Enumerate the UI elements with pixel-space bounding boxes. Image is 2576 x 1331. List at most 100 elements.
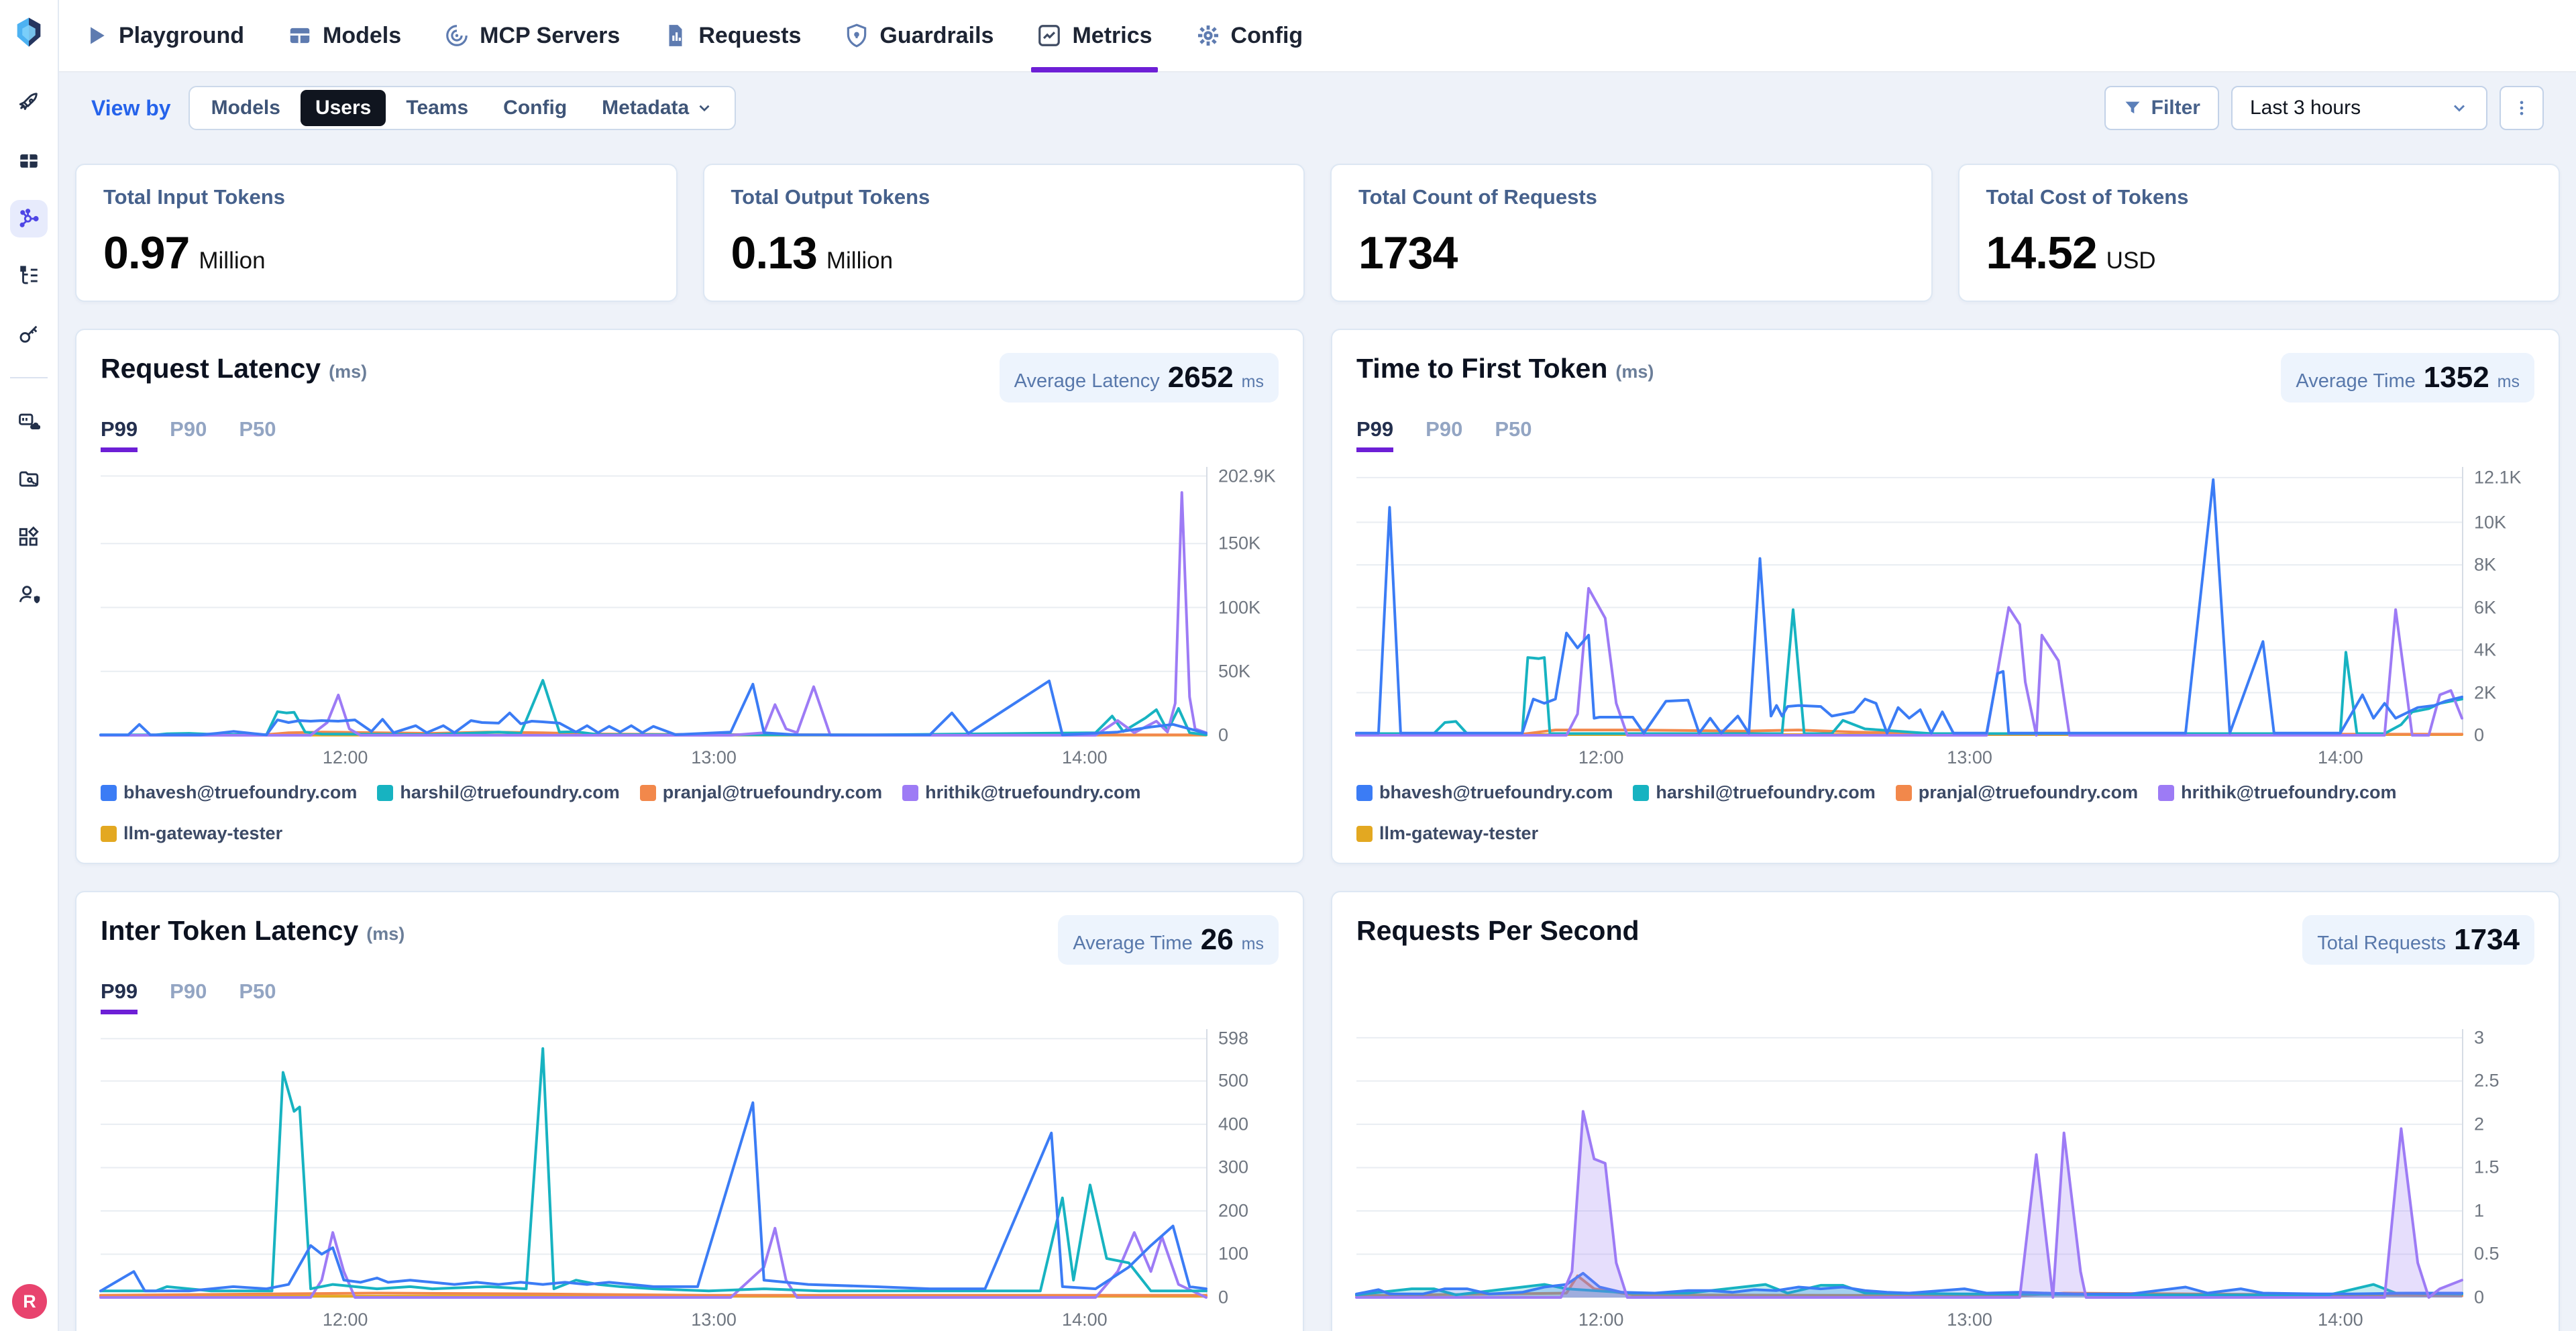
filter-button[interactable]: Filter xyxy=(2104,86,2219,130)
y-tick-label: 2K xyxy=(2474,682,2496,703)
total-requests-badge: Total Requests 1734 xyxy=(2302,915,2534,965)
truefoundry-logo[interactable] xyxy=(11,15,46,50)
legend-item[interactable]: bhavesh@truefoundry.com xyxy=(1356,782,1613,803)
legend-swatch xyxy=(2158,785,2174,801)
tab-p99[interactable]: P99 xyxy=(101,417,138,452)
sidebar-item-key-icon[interactable] xyxy=(10,315,48,353)
play-icon xyxy=(83,23,109,48)
time-range-select[interactable]: Last 3 hours xyxy=(2231,86,2487,130)
stat-unit: Million xyxy=(826,248,893,274)
tab-mcp-servers[interactable]: MCP Servers xyxy=(444,0,620,71)
area-chart-plot[interactable] xyxy=(1356,1029,2463,1297)
view-tab-users[interactable]: Users xyxy=(301,90,386,126)
legend-item[interactable]: pranjal@truefoundry.com xyxy=(1896,782,2138,803)
tab-metrics[interactable]: Metrics xyxy=(1036,0,1152,71)
chart-title: Request Latency xyxy=(101,353,321,384)
legend-item[interactable]: harshil@truefoundry.com xyxy=(1633,782,1875,803)
y-axis: 02K4K6K8K10K12.1K xyxy=(2463,467,2534,735)
line-chart-plot[interactable] xyxy=(101,1029,1208,1297)
time-range-value: Last 3 hours xyxy=(2250,97,2361,119)
y-tick-label: 0.5 xyxy=(2474,1244,2500,1265)
percentile-tabs: P99 P90 P50 xyxy=(101,979,1279,1014)
x-tick-label: 13:00 xyxy=(1947,1310,1992,1330)
badge-label: Average Time xyxy=(1073,933,1192,955)
average-time-badge: Average Time 1352 ms xyxy=(2281,353,2534,403)
y-tick-label: 300 xyxy=(1218,1157,1248,1178)
y-tick-label: 10K xyxy=(2474,512,2506,533)
tab-p50[interactable]: P50 xyxy=(239,979,276,1014)
tab-p50[interactable]: P50 xyxy=(239,417,276,452)
more-options-button[interactable] xyxy=(2500,86,2544,130)
legend-item[interactable]: pranjal@truefoundry.com xyxy=(640,782,882,803)
view-tab-config[interactable]: Config xyxy=(488,90,582,126)
badge-unit: ms xyxy=(1242,372,1264,392)
user-avatar[interactable]: R xyxy=(12,1284,47,1319)
chart-legend: bhavesh@truefoundry.com harshil@truefound… xyxy=(101,782,1279,844)
tab-guardrails[interactable]: Guardrails xyxy=(844,0,994,71)
chart-card-requests-per-second: Requests Per Second Total Requests 1734 … xyxy=(1331,891,2560,1331)
sidebar-item-repo-icon[interactable] xyxy=(10,460,48,498)
badge-label: Average Latency xyxy=(1014,370,1160,392)
sidebar-item-gateway-icon[interactable] xyxy=(10,200,48,237)
sidebar-item-rocket-icon[interactable] xyxy=(10,85,48,122)
legend-swatch xyxy=(101,826,117,842)
y-tick-label: 1.5 xyxy=(2474,1157,2500,1178)
tab-label: Guardrails xyxy=(879,23,994,49)
legend-item[interactable]: hrithik@truefoundry.com xyxy=(2158,782,2396,803)
y-axis: 050K100K150K202.9K xyxy=(1208,467,1279,735)
y-tick-label: 2 xyxy=(2474,1114,2484,1134)
tab-p90[interactable]: P90 xyxy=(1426,417,1462,452)
tab-requests[interactable]: Requests xyxy=(663,0,801,71)
badge-label: Average Time xyxy=(2296,370,2415,392)
tab-label: Models xyxy=(323,23,401,49)
x-axis: 12:0013:0014:00 xyxy=(1356,741,2463,771)
stat-card-input-tokens: Total Input Tokens 0.97Million xyxy=(75,164,678,302)
sidebar-item-user-access-icon[interactable] xyxy=(10,576,48,613)
legend-item[interactable]: llm-gateway-tester xyxy=(1356,823,1538,844)
stat-unit: Million xyxy=(199,248,265,274)
stat-value: 14.52 xyxy=(1986,227,2097,279)
tab-p90[interactable]: P90 xyxy=(170,979,207,1014)
y-tick-label: 202.9K xyxy=(1218,466,1276,486)
stat-label: Total Count of Requests xyxy=(1358,185,1904,209)
legend-item[interactable]: hrithik@truefoundry.com xyxy=(902,782,1140,803)
sidebar-item-blocks-icon[interactable] xyxy=(10,518,48,555)
view-tab-teams[interactable]: Teams xyxy=(391,90,483,126)
y-tick-label: 0 xyxy=(1218,1287,1228,1308)
x-axis: 12:0013:0014:00 xyxy=(101,1303,1208,1331)
tab-models[interactable]: Models xyxy=(287,0,401,71)
tab-label: Playground xyxy=(119,23,244,49)
line-chart-plot[interactable] xyxy=(1356,467,2463,735)
y-tick-label: 6K xyxy=(2474,597,2496,618)
tab-p50[interactable]: P50 xyxy=(1495,417,1532,452)
stat-value: 1734 xyxy=(1358,227,1457,279)
chevron-down-icon xyxy=(696,99,713,117)
sidebar-item-table-icon[interactable] xyxy=(10,142,48,180)
stat-card-token-cost: Total Cost of Tokens 14.52USD xyxy=(1958,164,2561,302)
sidebar-item-deploy-icon[interactable] xyxy=(10,403,48,440)
legend-item[interactable]: llm-gateway-tester xyxy=(101,823,282,844)
tab-p99[interactable]: P99 xyxy=(101,979,138,1014)
tab-p90[interactable]: P90 xyxy=(170,417,207,452)
badge-value: 2652 xyxy=(1168,361,1234,394)
chart-card-time-to-first-token: Time to First Token (ms) Average Time 13… xyxy=(1331,329,2560,864)
tab-p99[interactable]: P99 xyxy=(1356,417,1393,452)
x-tick-label: 12:00 xyxy=(1578,747,1624,768)
tab-playground[interactable]: Playground xyxy=(83,0,244,71)
view-tab-models[interactable]: Models xyxy=(197,90,295,126)
line-chart-plot[interactable] xyxy=(101,467,1208,735)
y-tick-label: 0 xyxy=(1218,725,1228,746)
percentile-tabs: P99 P90 P50 xyxy=(101,417,1279,452)
tab-config[interactable]: Config xyxy=(1195,0,1303,71)
chart-unit-label: (ms) xyxy=(329,362,367,382)
legend-item[interactable]: harshil@truefoundry.com xyxy=(377,782,619,803)
legend-item[interactable]: bhavesh@truefoundry.com xyxy=(101,782,357,803)
kebab-menu-icon xyxy=(2512,99,2531,117)
x-tick-label: 13:00 xyxy=(691,747,737,768)
view-tab-metadata[interactable]: Metadata xyxy=(587,90,728,126)
sidebar-item-hierarchy-icon[interactable] xyxy=(10,258,48,295)
legend-swatch xyxy=(902,785,918,801)
stat-label: Total Cost of Tokens xyxy=(1986,185,2532,209)
tab-label: Metrics xyxy=(1072,23,1152,49)
y-axis: 0100200300400500598 xyxy=(1208,1029,1279,1297)
